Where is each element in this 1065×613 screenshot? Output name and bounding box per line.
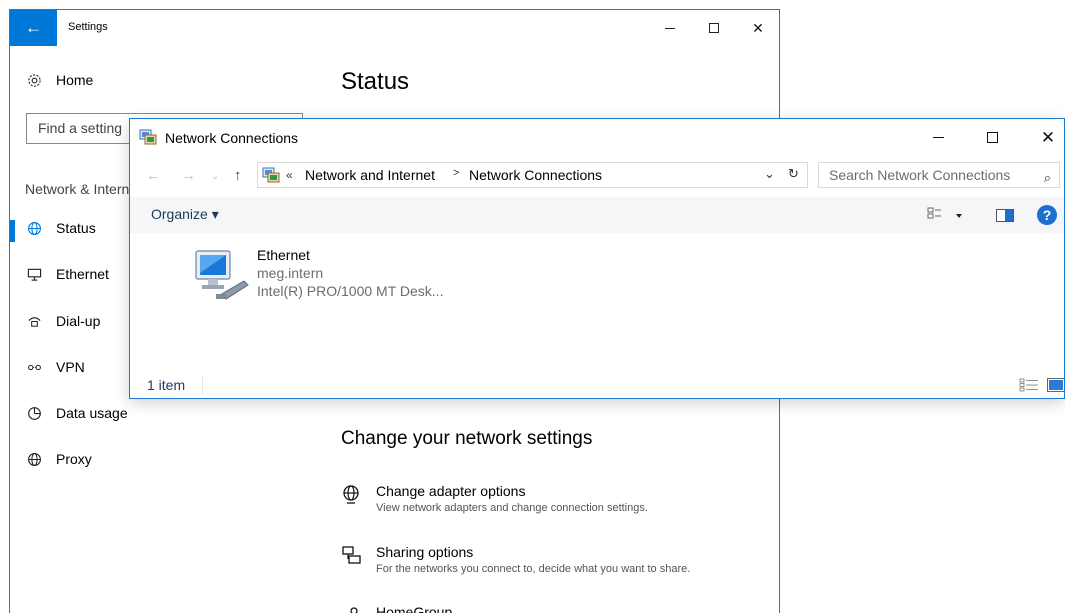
nav-item-vpn[interactable]: VPN: [26, 359, 85, 375]
proxy-globe-icon: [26, 451, 42, 467]
maximize-icon: [986, 131, 998, 143]
close-icon: ✕: [752, 19, 764, 36]
network-folder-icon: [262, 166, 280, 184]
nc-window-title: Network Connections: [165, 130, 299, 146]
network-adapter-icon: [190, 247, 250, 305]
nc-search-input[interactable]: Search Network Connections ⌕: [818, 162, 1060, 188]
settings-window-title: Settings: [68, 21, 108, 33]
forward-nav-icon[interactable]: →: [181, 167, 196, 184]
sharing-options-title: Sharing options: [376, 544, 474, 560]
close-icon: ✕: [1040, 127, 1056, 147]
address-bar[interactable]: « Network and Internet > Network Connect…: [257, 162, 808, 188]
nc-search-placeholder: Search Network Connections: [829, 167, 1011, 183]
adapter-device: Intel(R) PRO/1000 MT Desk...: [257, 283, 444, 299]
adapter-globe-icon: [341, 484, 363, 506]
status-divider: [202, 376, 203, 394]
organize-menu[interactable]: Organize ▾: [151, 206, 219, 223]
section-title: Network & Internet: [25, 181, 141, 197]
dialup-icon: [26, 313, 42, 329]
data-usage-icon: [26, 405, 42, 421]
nav-label-proxy: Proxy: [56, 451, 92, 467]
ethernet-icon: [26, 266, 42, 282]
adapter-network: meg.intern: [257, 265, 324, 281]
nav-label-ethernet: Ethernet: [56, 266, 109, 282]
gear-icon: [26, 72, 42, 88]
settings-close-button[interactable]: ✕: [736, 10, 779, 46]
command-bar: Organize ▾ ?: [130, 197, 1064, 233]
details-view-icon[interactable]: [1019, 378, 1039, 392]
nav-item-status[interactable]: Status: [26, 220, 96, 236]
nav-label-data-usage: Data usage: [56, 405, 128, 421]
adapter-name: Ethernet: [257, 247, 310, 263]
network-connections-window: Network Connections ✕ ← → ⌄ ↑ « Network …: [129, 118, 1065, 399]
back-button[interactable]: ←: [10, 10, 57, 46]
back-arrow-icon: ←: [25, 18, 42, 37]
refresh-icon[interactable]: ↻: [788, 166, 799, 182]
nc-minimize-button[interactable]: [910, 119, 966, 155]
page-title: Status: [341, 68, 410, 95]
back-nav-icon[interactable]: ←: [146, 167, 161, 184]
change-view-icon[interactable]: [927, 205, 963, 225]
minimize-icon: [932, 136, 944, 138]
maximize-icon: [709, 23, 719, 33]
nav-item-dialup[interactable]: Dial-up: [26, 313, 100, 329]
ethernet-adapter-item[interactable]: Ethernet meg.intern Intel(R) PRO/1000 MT…: [190, 247, 490, 305]
sharing-options-desc: For the networks you connect to, decide …: [376, 563, 691, 575]
preview-pane-icon[interactable]: [996, 209, 1014, 222]
breadcrumb-separator-icon[interactable]: >: [453, 167, 459, 179]
nav-label-status: Status: [56, 220, 96, 236]
settings-titlebar: ← Settings ✕: [10, 10, 779, 46]
nav-item-data-usage[interactable]: Data usage: [26, 405, 128, 421]
nav-item-proxy[interactable]: Proxy: [26, 451, 92, 467]
nav-label-vpn: VPN: [56, 359, 85, 375]
recent-chevron-icon[interactable]: ⌄: [211, 171, 219, 182]
settings-minimize-button[interactable]: [648, 10, 692, 46]
nc-close-button[interactable]: ✕: [1020, 119, 1064, 155]
nav-item-ethernet[interactable]: Ethernet: [26, 266, 109, 282]
change-network-heading: Change your network settings: [341, 428, 593, 449]
network-connections-title-icon: [139, 128, 157, 146]
active-indicator: [10, 220, 15, 242]
change-adapter-desc: View network adapters and change connect…: [376, 502, 648, 514]
breadcrumb-network-connections[interactable]: Network Connections: [469, 167, 602, 183]
home-label: Home: [56, 72, 94, 88]
breadcrumb-overflow-icon[interactable]: «: [286, 168, 293, 182]
large-icons-view-icon[interactable]: [1047, 378, 1064, 392]
address-dropdown-icon[interactable]: ⌄: [764, 166, 775, 182]
home-link[interactable]: Home: [26, 72, 93, 88]
breadcrumb-network-internet[interactable]: Network and Internet: [305, 167, 435, 183]
vpn-icon: [26, 359, 42, 375]
status-item-count: 1 item: [147, 377, 186, 393]
homegroup-icon: [341, 605, 363, 613]
nc-maximize-button[interactable]: [964, 119, 1020, 155]
globe-icon: [26, 220, 42, 236]
minimize-icon: [665, 27, 675, 29]
up-nav-icon[interactable]: ↑: [234, 167, 242, 184]
change-adapter-title: Change adapter options: [376, 483, 526, 499]
homegroup-title: HomeGroup: [376, 604, 453, 613]
nav-label-dialup: Dial-up: [56, 313, 101, 329]
help-icon[interactable]: ?: [1037, 205, 1057, 225]
settings-maximize-button[interactable]: [692, 10, 736, 46]
search-icon: ⌕: [1043, 170, 1051, 185]
sharing-icon: [341, 545, 363, 567]
